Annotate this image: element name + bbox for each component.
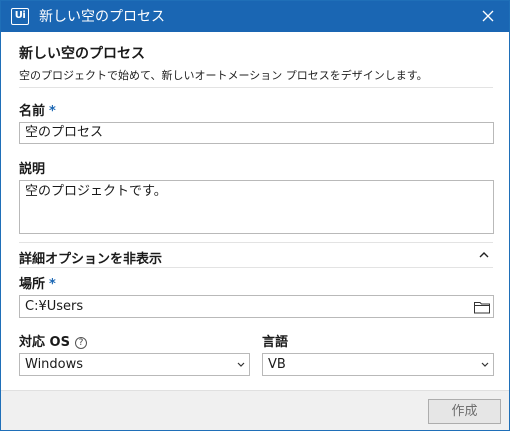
name-input[interactable]: 空のプロセス bbox=[19, 122, 494, 144]
name-label: 名前 * bbox=[19, 100, 56, 119]
required-mark: * bbox=[49, 277, 56, 292]
required-mark: * bbox=[49, 104, 56, 119]
language-label: 言語 bbox=[262, 335, 289, 350]
section-divider bbox=[19, 242, 493, 243]
target-os-label-text: 対応 OS bbox=[19, 335, 70, 350]
advanced-options-label: 詳細オプションを非表示 bbox=[19, 252, 163, 267]
location-label: 場所 * bbox=[19, 273, 56, 292]
language-value: VB bbox=[268, 357, 286, 372]
header-divider bbox=[19, 87, 493, 88]
close-button[interactable] bbox=[467, 1, 509, 32]
dialog-footer: 作成 bbox=[1, 390, 509, 430]
create-button[interactable]: 作成 bbox=[428, 399, 501, 424]
name-label-text: 名前 bbox=[19, 104, 46, 119]
window-title: 新しい空のプロセス bbox=[39, 9, 165, 25]
description-textarea[interactable]: 空のプロジェクトです。 bbox=[19, 180, 494, 234]
title-bar: Ui 新しい空のプロセス bbox=[1, 1, 509, 32]
advanced-divider bbox=[19, 267, 493, 268]
advanced-options-toggle[interactable]: 詳細オプションを非表示 bbox=[19, 247, 493, 267]
language-select[interactable]: VB bbox=[262, 353, 494, 376]
uipath-logo-icon: Ui bbox=[11, 8, 29, 25]
dialog-heading: 新しい空のプロセス bbox=[19, 46, 145, 62]
browse-folder-button[interactable] bbox=[470, 295, 494, 318]
target-os-label: 対応 OS? bbox=[19, 331, 87, 350]
chevron-down-icon bbox=[237, 362, 245, 367]
new-process-dialog: Ui 新しい空のプロセス 新しい空のプロセス 空のプロジェクトで始めて、新しいオ… bbox=[0, 0, 510, 431]
folder-icon bbox=[474, 302, 490, 314]
target-os-value: Windows bbox=[25, 357, 84, 372]
description-label: 説明 bbox=[19, 162, 46, 177]
target-os-select[interactable]: Windows bbox=[19, 353, 250, 376]
close-icon bbox=[482, 10, 494, 22]
location-input[interactable]: C:¥Users bbox=[19, 295, 471, 318]
dialog-description: 空のプロジェクトで始めて、新しいオートメーション プロセスをデザインします。 bbox=[19, 69, 428, 82]
help-icon[interactable]: ? bbox=[74, 337, 87, 349]
chevron-up-icon bbox=[479, 252, 489, 258]
location-label-text: 場所 bbox=[19, 277, 46, 292]
chevron-down-icon bbox=[481, 362, 489, 367]
